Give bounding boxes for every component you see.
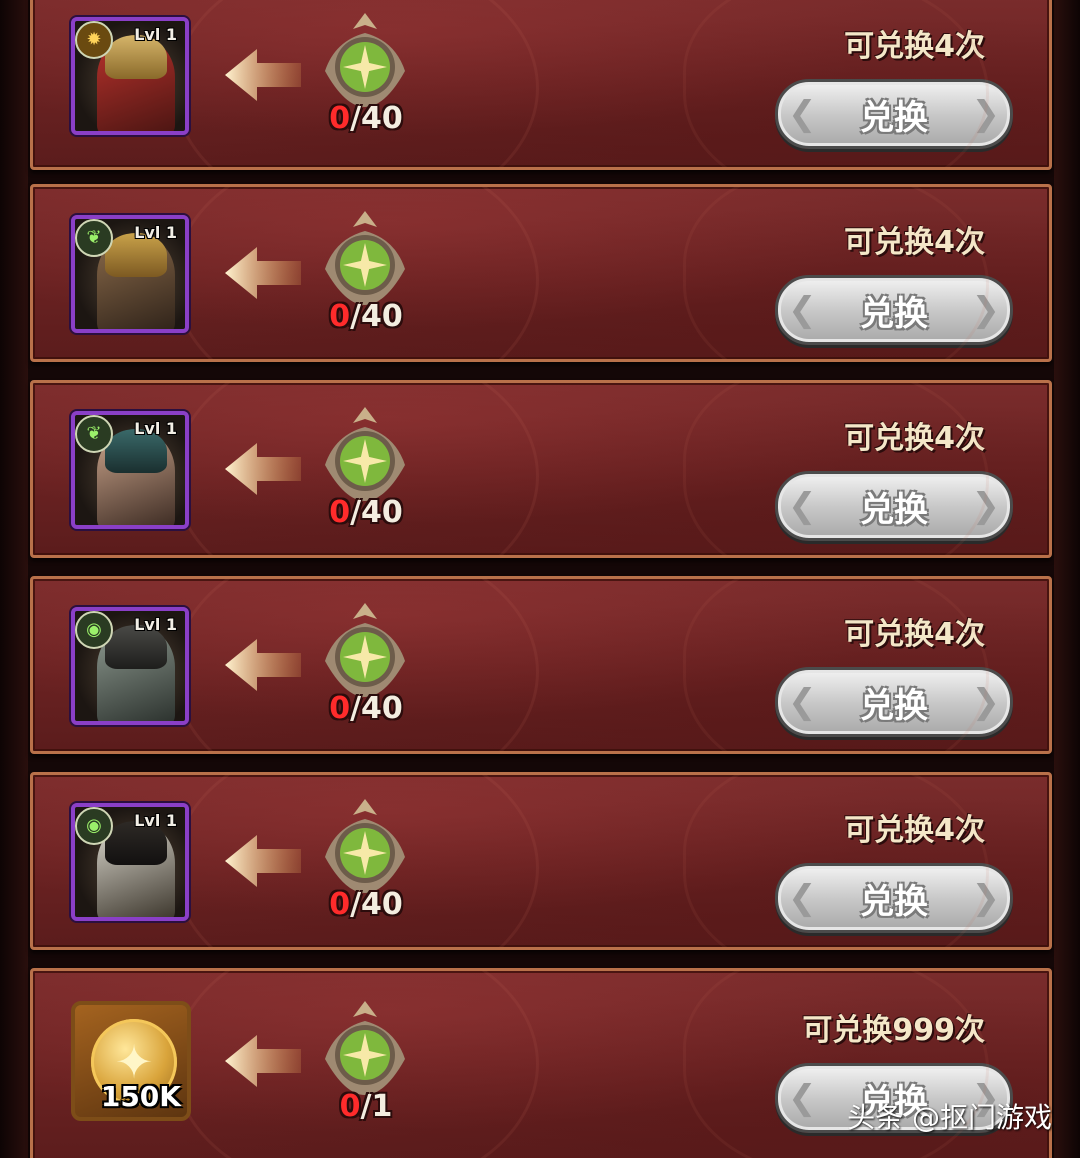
arrow-left-icon bbox=[225, 639, 301, 691]
hero-portrait[interactable]: ◉ Lvl 1 bbox=[71, 607, 189, 725]
exchange-row: ◉ Lvl 1 0/40 可兑换4次 ❮ 兑换 ❯ bbox=[30, 772, 1052, 950]
eye-faction-icon: ◉ bbox=[75, 611, 113, 649]
hero-portrait[interactable]: ❦ Lvl 1 bbox=[71, 411, 189, 529]
progress-max: 40 bbox=[361, 299, 403, 334]
shard-progress: 0/40 bbox=[321, 887, 411, 922]
progress-max: 1 bbox=[371, 1089, 393, 1124]
left-frame bbox=[0, 0, 28, 1158]
button-deco-left: ❮ bbox=[788, 94, 817, 134]
progress-current: 0 bbox=[339, 1089, 361, 1124]
hero-level: Lvl 1 bbox=[134, 223, 177, 242]
progress-current: 0 bbox=[329, 101, 351, 136]
progress-max: 40 bbox=[361, 691, 403, 726]
hero-emblem-icon bbox=[325, 1001, 405, 1095]
exchange-button-label: 兑换 bbox=[860, 489, 928, 530]
exchange-button[interactable]: ❮ 兑换 ❯ bbox=[775, 667, 1013, 737]
progress-current: 0 bbox=[329, 691, 351, 726]
button-deco-left: ❮ bbox=[788, 878, 817, 918]
hero-portrait[interactable]: ◉ Lvl 1 bbox=[71, 803, 189, 921]
exchange-limit: 可兑换4次 bbox=[844, 617, 985, 652]
button-deco-left: ❮ bbox=[788, 290, 817, 330]
hero-emblem-icon bbox=[325, 407, 405, 501]
arrow-left-icon bbox=[225, 247, 301, 299]
button-deco-right: ❯ bbox=[971, 94, 1001, 134]
hero-emblem-icon bbox=[325, 211, 405, 305]
exchange-limit: 可兑换999次 bbox=[802, 1013, 985, 1048]
exchange-button-label: 兑换 bbox=[860, 293, 928, 334]
exchange-button-label: 兑换 bbox=[860, 685, 928, 726]
hero-emblem-icon bbox=[325, 799, 405, 893]
exchange-button-label: 兑换 bbox=[860, 881, 928, 922]
exchange-button-label: 兑换 bbox=[860, 97, 928, 138]
button-deco-left: ❮ bbox=[788, 1078, 817, 1118]
progress-slash: / bbox=[360, 1089, 372, 1124]
button-deco-right: ❯ bbox=[971, 878, 1001, 918]
exchange-row: ◉ Lvl 1 0/40 可兑换4次 ❮ 兑换 ❯ bbox=[30, 576, 1052, 754]
progress-max: 40 bbox=[361, 495, 403, 530]
arrow-left-icon bbox=[225, 443, 301, 495]
progress-slash: / bbox=[350, 887, 362, 922]
arrow-left-icon bbox=[225, 49, 301, 101]
progress-slash: / bbox=[350, 495, 362, 530]
button-deco-left: ❮ bbox=[788, 486, 817, 526]
arrow-left-icon bbox=[225, 835, 301, 887]
exchange-limit: 可兑换4次 bbox=[844, 421, 985, 456]
hero-emblem-icon bbox=[325, 13, 405, 107]
progress-slash: / bbox=[350, 691, 362, 726]
button-deco-right: ❯ bbox=[971, 486, 1001, 526]
progress-current: 0 bbox=[329, 495, 351, 530]
progress-current: 0 bbox=[329, 887, 351, 922]
hero-level: Lvl 1 bbox=[134, 419, 177, 438]
shard-progress: 0/40 bbox=[321, 691, 411, 726]
progress-max: 40 bbox=[361, 101, 403, 136]
hero-emblem-icon bbox=[325, 603, 405, 697]
progress-max: 40 bbox=[361, 887, 403, 922]
shard-progress: 0/1 bbox=[321, 1089, 411, 1124]
hero-portrait[interactable]: ❦ Lvl 1 bbox=[71, 215, 189, 333]
leaf-faction-icon: ❦ bbox=[75, 415, 113, 453]
gold-item[interactable]: 150K bbox=[71, 1001, 191, 1121]
exchange-button[interactable]: ❮ 兑换 ❯ bbox=[775, 863, 1013, 933]
exchange-screen: ✹ Lvl 1 0/40 可兑换4次 ❮ 兑换 ❯ ❦ Lvl 1 0/40 可… bbox=[0, 0, 1080, 1158]
sun-faction-icon: ✹ bbox=[75, 21, 113, 59]
leaf-faction-icon: ❦ bbox=[75, 219, 113, 257]
exchange-button[interactable]: ❮ 兑换 ❯ bbox=[775, 79, 1013, 149]
button-deco-right: ❯ bbox=[971, 290, 1001, 330]
progress-slash: / bbox=[350, 299, 362, 334]
eye-faction-icon: ◉ bbox=[75, 807, 113, 845]
progress-slash: / bbox=[350, 101, 362, 136]
watermark: 头条 @抠门游戏 bbox=[847, 1101, 1052, 1134]
gold-amount: 150K bbox=[100, 1080, 181, 1113]
shard-progress: 0/40 bbox=[321, 495, 411, 530]
exchange-row: ✹ Lvl 1 0/40 可兑换4次 ❮ 兑换 ❯ bbox=[30, 0, 1052, 170]
progress-current: 0 bbox=[329, 299, 351, 334]
hero-level: Lvl 1 bbox=[134, 811, 177, 830]
exchange-button[interactable]: ❮ 兑换 ❯ bbox=[775, 275, 1013, 345]
shard-progress: 0/40 bbox=[321, 101, 411, 136]
right-frame bbox=[1054, 0, 1080, 1158]
hero-level: Lvl 1 bbox=[134, 25, 177, 44]
arrow-left-icon bbox=[225, 1035, 301, 1087]
button-deco-left: ❮ bbox=[788, 682, 817, 722]
exchange-limit: 可兑换4次 bbox=[844, 225, 985, 260]
exchange-row: ❦ Lvl 1 0/40 可兑换4次 ❮ 兑换 ❯ bbox=[30, 380, 1052, 558]
exchange-limit: 可兑换4次 bbox=[844, 813, 985, 848]
hero-portrait[interactable]: ✹ Lvl 1 bbox=[71, 17, 189, 135]
exchange-button[interactable]: ❮ 兑换 ❯ bbox=[775, 471, 1013, 541]
button-deco-right: ❯ bbox=[971, 682, 1001, 722]
exchange-limit: 可兑换4次 bbox=[844, 29, 985, 64]
shard-progress: 0/40 bbox=[321, 299, 411, 334]
exchange-row: ❦ Lvl 1 0/40 可兑换4次 ❮ 兑换 ❯ bbox=[30, 184, 1052, 362]
hero-level: Lvl 1 bbox=[134, 615, 177, 634]
